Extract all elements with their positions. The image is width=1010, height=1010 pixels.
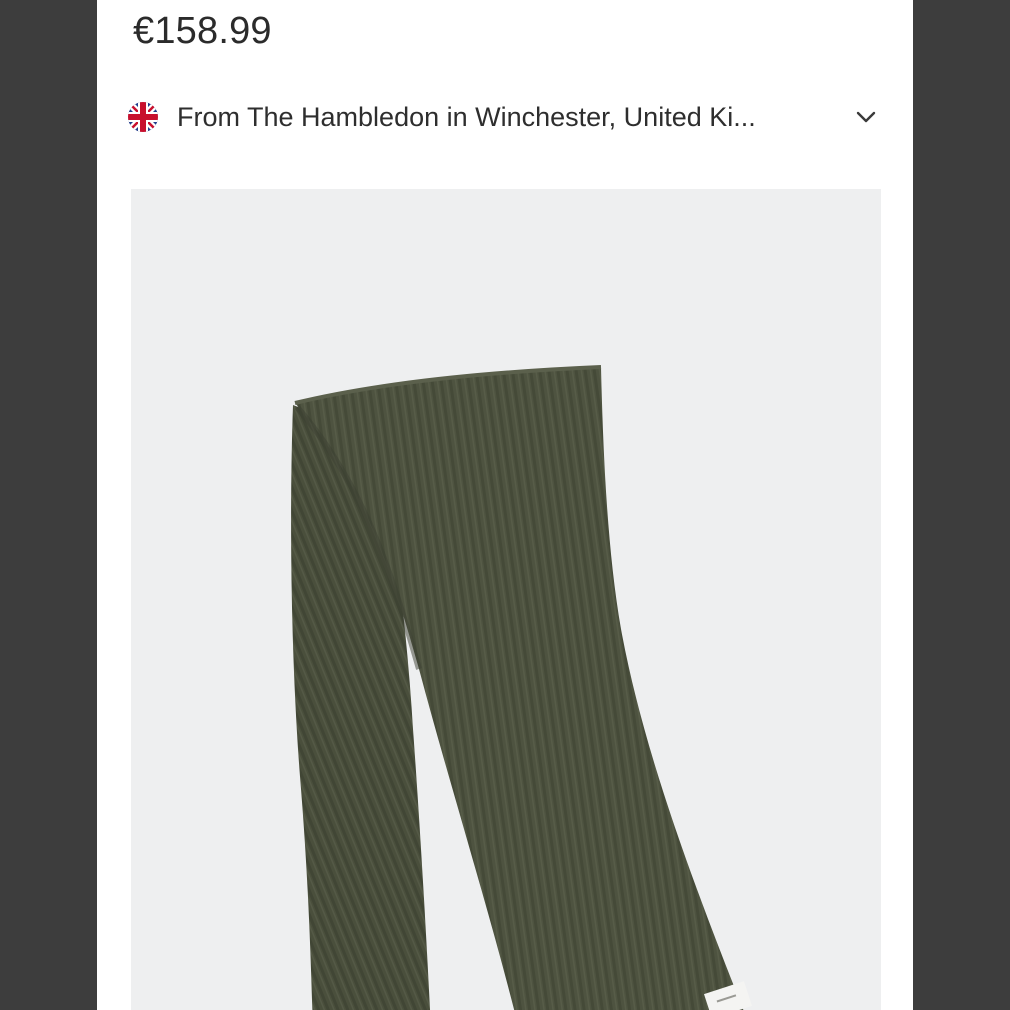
- product-image[interactable]: [131, 189, 881, 1010]
- chevron-down-icon[interactable]: [853, 104, 879, 130]
- scarf-image: [291, 365, 752, 1010]
- uk-flag-icon: [127, 101, 159, 133]
- origin-text: From The Hambledon in Winchester, United…: [177, 101, 756, 132]
- origin-selector[interactable]: From The Hambledon in Winchester, United…: [127, 94, 889, 140]
- product-price: €158.99: [133, 10, 272, 52]
- product-page: €158.99 From The Hambledon in Winchester…: [97, 0, 913, 1010]
